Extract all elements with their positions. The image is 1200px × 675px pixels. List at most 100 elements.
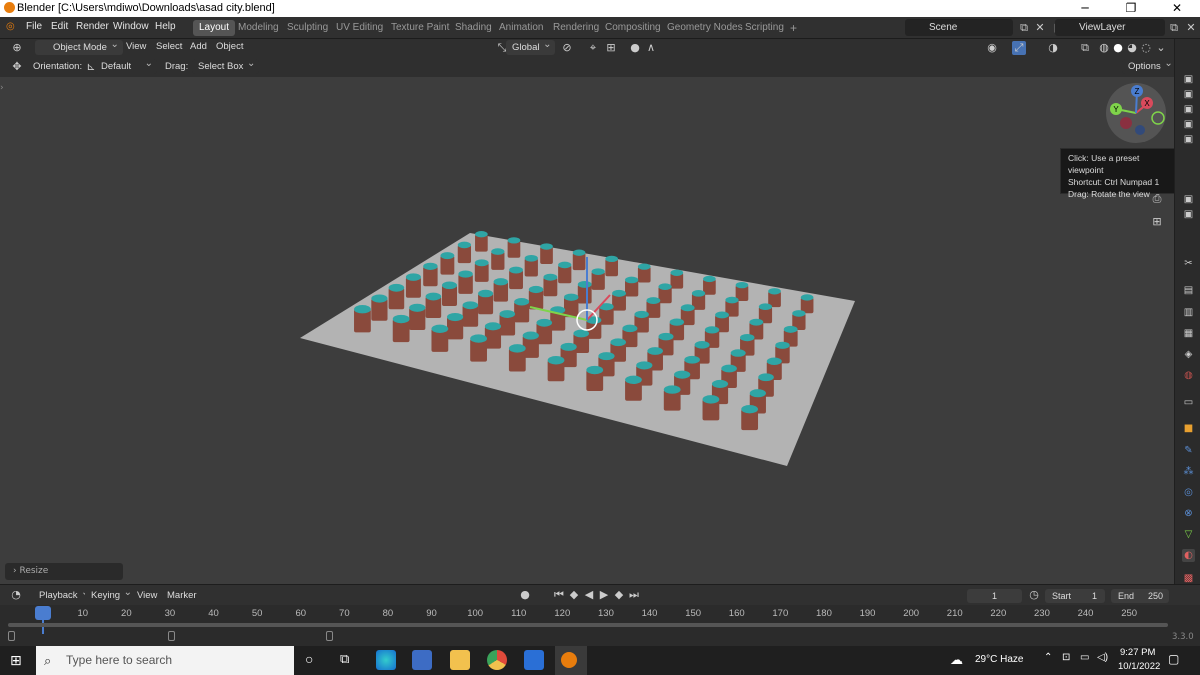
jump-end-icon[interactable]: ⏭ xyxy=(627,588,641,602)
record-icon[interactable]: ● xyxy=(518,588,532,602)
tab-texture-paint[interactable]: Texture Paint xyxy=(385,20,455,36)
mode-dropdown[interactable]: Object Mode xyxy=(35,37,123,55)
menu-window[interactable]: Window xyxy=(113,21,149,32)
taskbar-search[interactable]: ⌕ Type here to search xyxy=(36,646,294,675)
falloff-icon[interactable]: ∧ xyxy=(644,41,658,55)
tool-icon[interactable]: ✂ xyxy=(1182,257,1195,270)
orientation-dropdown[interactable]: Default xyxy=(95,56,157,74)
options-dropdown[interactable]: Options xyxy=(1122,56,1177,74)
camera-icon[interactable]: ▣ xyxy=(1182,193,1195,206)
world-icon[interactable]: ◍ xyxy=(1182,369,1195,382)
overlays-icon[interactable]: ◑ xyxy=(1046,41,1060,55)
xray-icon[interactable]: ⧉ xyxy=(1078,41,1092,55)
chrome-icon[interactable] xyxy=(487,650,507,670)
select-menu[interactable]: Select xyxy=(156,41,182,52)
weather-icon[interactable]: ☁ xyxy=(950,652,963,668)
keying-menu[interactable]: Keying xyxy=(85,585,137,603)
delete-view-layer-icon[interactable]: ✕ xyxy=(1184,21,1198,35)
jump-start-icon[interactable]: ⏮ xyxy=(552,588,566,602)
close-button[interactable]: ✕ xyxy=(1154,0,1200,17)
shading-options-icon[interactable]: ⌄ xyxy=(1154,41,1168,55)
task-view-icon[interactable]: ⧉ xyxy=(340,651,349,667)
end-frame-field[interactable]: End 250 xyxy=(1111,589,1169,603)
material-icon[interactable]: ◐ xyxy=(1182,549,1195,562)
data-icon[interactable]: ▽ xyxy=(1182,528,1195,541)
camera-icon[interactable]: ▣ xyxy=(1182,208,1195,221)
add-menu[interactable]: Add xyxy=(190,41,207,52)
ortho-toggle-icon[interactable]: ⊞ xyxy=(1150,215,1164,229)
last-operator-panel[interactable]: › Resize xyxy=(5,563,123,580)
start-frame-field[interactable]: Start 1 xyxy=(1045,589,1105,603)
material-shading-icon[interactable]: ◕ xyxy=(1125,41,1139,55)
store-icon[interactable] xyxy=(524,650,544,670)
tab-modeling[interactable]: Modeling xyxy=(232,20,285,36)
tab-scripting[interactable]: Scripting xyxy=(739,20,790,36)
render-icon[interactable]: ▤ xyxy=(1182,284,1195,297)
output-icon[interactable]: ▥ xyxy=(1182,306,1195,319)
clock-time[interactable]: 9:27 PM xyxy=(1120,647,1155,658)
solid-shading-icon[interactable]: ● xyxy=(1111,41,1125,55)
view-menu[interactable]: View xyxy=(126,41,146,52)
clock-date[interactable]: 10/1/2022 xyxy=(1118,661,1160,672)
visibility-icon[interactable]: ◉ xyxy=(985,41,999,55)
gizmo-toggle-icon[interactable]: ⤢ xyxy=(1012,41,1026,55)
cortana-icon[interactable]: ○ xyxy=(305,651,313,667)
chevron-up-icon[interactable]: ⌃ xyxy=(1044,652,1052,663)
scene-icon[interactable]: ◈ xyxy=(1182,348,1195,361)
tab-geometry-nodes[interactable]: Geometry Nodes xyxy=(661,20,749,36)
blender-menu-icon[interactable]: ◎ xyxy=(6,21,15,32)
weather-text[interactable]: 29°C Haze xyxy=(975,654,1023,665)
stopwatch-icon[interactable]: ◷ xyxy=(1027,588,1041,602)
camera-icon[interactable]: ▣ xyxy=(1182,73,1195,86)
transform-orientation-dropdown[interactable]: Global xyxy=(506,37,556,55)
view-layer-icon[interactable]: ▦ xyxy=(1182,327,1195,340)
camera-icon[interactable]: ▣ xyxy=(1182,88,1195,101)
constraints-icon[interactable]: ⊗ xyxy=(1182,507,1195,520)
proportional-edit-icon[interactable]: ● xyxy=(628,41,642,55)
play-reverse-icon[interactable]: ◀ xyxy=(582,588,596,602)
menu-edit[interactable]: Edit xyxy=(51,21,68,32)
maximize-button[interactable]: ❐ xyxy=(1108,0,1154,17)
texture-icon[interactable]: ▩ xyxy=(1182,572,1195,585)
new-view-layer-icon[interactable]: ⧉ xyxy=(1167,21,1181,35)
play-icon[interactable]: ▶ xyxy=(597,588,611,602)
menu-help[interactable]: Help xyxy=(155,21,176,32)
pivot-icon[interactable]: ⊘ xyxy=(560,41,574,55)
current-frame-marker[interactable] xyxy=(35,606,51,620)
toolbar-expand-icon[interactable]: › xyxy=(0,83,4,93)
menu-file[interactable]: File xyxy=(26,21,42,32)
snap-target-icon[interactable]: ⊞ xyxy=(604,41,618,55)
tab-compositing[interactable]: Compositing xyxy=(599,20,667,36)
menu-render[interactable]: Render xyxy=(76,21,109,32)
particles-icon[interactable]: ⁂ xyxy=(1182,465,1195,478)
volume-icon[interactable]: ◁) xyxy=(1097,652,1108,663)
delete-scene-icon[interactable]: ✕ xyxy=(1033,21,1047,35)
edge-icon[interactable] xyxy=(376,650,396,670)
marker-menu[interactable]: Marker xyxy=(167,590,197,601)
editor-type-icon[interactable]: ⊕ xyxy=(10,41,24,55)
timeline-view-menu[interactable]: View xyxy=(137,590,157,601)
new-scene-icon[interactable]: ⧉ xyxy=(1017,21,1031,35)
scene-render[interactable]: X Y Z xyxy=(0,77,1174,584)
modifier-icon[interactable]: ✎ xyxy=(1182,444,1195,457)
tab-rendering[interactable]: Rendering xyxy=(547,20,605,36)
battery-icon[interactable]: ▭ xyxy=(1080,652,1089,663)
camera-icon[interactable]: ▣ xyxy=(1182,133,1195,146)
prev-keyframe-icon[interactable]: ◆ xyxy=(567,588,581,602)
timeline-editor-icon[interactable]: ◔ xyxy=(9,588,23,602)
file-explorer-icon[interactable] xyxy=(450,650,470,670)
wireframe-shading-icon[interactable]: ◍ xyxy=(1097,41,1111,55)
next-keyframe-icon[interactable]: ◆ xyxy=(612,588,626,602)
rendered-shading-icon[interactable]: ◌ xyxy=(1139,41,1153,55)
scene-field[interactable]: Scene xyxy=(905,19,1013,36)
windows-start-icon[interactable]: ⊞ xyxy=(10,653,22,669)
add-workspace-button[interactable]: + xyxy=(784,20,803,36)
3d-viewport[interactable]: X Y Z › ⎙ ⊞ xyxy=(0,77,1174,584)
notifications-icon[interactable]: ▢ xyxy=(1168,652,1179,666)
minimize-button[interactable]: ─ xyxy=(1062,0,1108,17)
camera-icon[interactable]: ▣ xyxy=(1182,103,1195,116)
timeline-scrollbar[interactable] xyxy=(8,623,1168,627)
snap-icon[interactable]: ⌖ xyxy=(586,41,600,55)
current-frame-field[interactable]: 1 xyxy=(967,589,1022,603)
tab-layout[interactable]: Layout xyxy=(193,20,236,36)
